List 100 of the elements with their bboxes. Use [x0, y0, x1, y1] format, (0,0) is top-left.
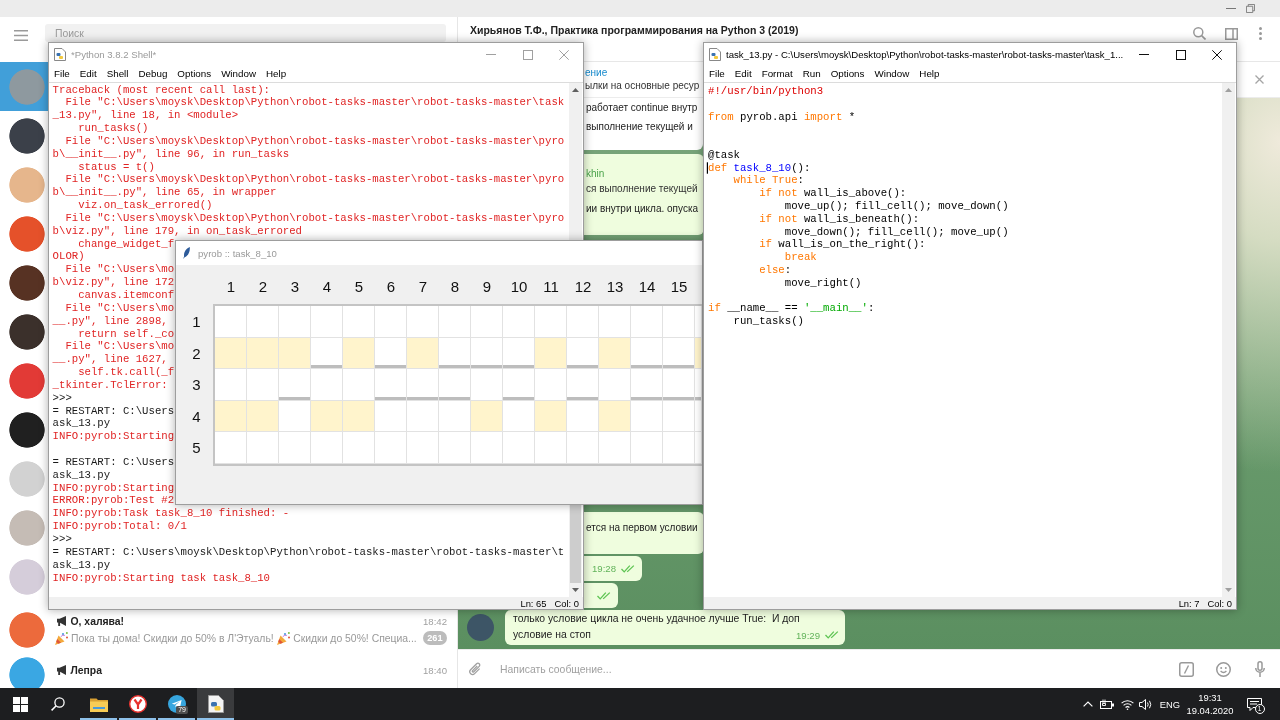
message-text: выполнение текущей и	[586, 120, 693, 134]
menu-item[interactable]: Shell	[101, 66, 134, 82]
menu-item[interactable]: Options	[825, 66, 870, 82]
pinned-text[interactable]: ылки на основные ресур	[585, 79, 700, 93]
message-text: условие на стоп	[513, 628, 591, 642]
python-file-icon	[207, 695, 224, 713]
column-label: 15	[669, 277, 689, 295]
code-line: break	[784, 251, 817, 264]
column-label: 13	[605, 277, 625, 295]
menu-item[interactable]: Window	[216, 66, 261, 82]
column-status: Col: 0	[1207, 597, 1232, 609]
caret-up-icon[interactable]	[1224, 88, 1232, 92]
start-menu-icon[interactable]	[12, 696, 28, 712]
folder-icon	[89, 696, 108, 712]
column-label: 14	[637, 277, 657, 295]
line-status: Ln: 65	[520, 597, 547, 609]
emoji-icon[interactable]	[1215, 661, 1231, 677]
message-text: только условие цикла не очень удачное лучше True: И доп	[513, 612, 801, 626]
taskbar-button[interactable]	[197, 688, 234, 720]
chevron-up-icon[interactable]	[1082, 701, 1093, 707]
code-line: def task_8_10():	[708, 161, 811, 175]
party-popper-icon	[276, 631, 290, 645]
microphone-icon[interactable]	[1254, 661, 1265, 677]
console-line: File "C:\Users\moysk\Desktop\Python\robot-tasks-master\robot-tasks-master\pyro	[64, 173, 565, 187]
scroll-thumb[interactable]	[569, 505, 581, 583]
menu-item[interactable]: Debug	[133, 66, 173, 82]
reply-author: khin	[586, 167, 605, 181]
line-status: Ln: 7	[1178, 597, 1200, 609]
scrollbar[interactable]	[568, 83, 582, 240]
chat-item[interactable]: Лепра 18:40	[0, 650, 457, 688]
window-title: *Python 3.8.2 Shell*	[71, 49, 157, 60]
menu-item[interactable]: Help	[914, 66, 945, 82]
menu-item[interactable]: Run	[797, 66, 826, 82]
console-line: return self._co	[77, 327, 175, 341]
chat-title: Хирьянов Т.Ф., Практика программирования на Python 3 (2019)	[470, 24, 799, 37]
console-line: __.py", line 2898,	[52, 314, 168, 328]
message-text: ии внутри цикла. опуска	[586, 202, 699, 216]
menu-icon[interactable]	[14, 30, 28, 41]
close-icon[interactable]	[1212, 49, 1222, 60]
console-line: INFO:pyrob:Starting task task_8_10	[52, 571, 271, 585]
y-logo-icon	[128, 695, 147, 713]
menu-item[interactable]: Edit	[74, 66, 102, 82]
console-line: status = t()	[77, 160, 155, 174]
scrollbar[interactable]	[1221, 83, 1235, 597]
caret-up-icon[interactable]	[571, 88, 579, 92]
column-label: 1	[225, 277, 237, 295]
code-line: move_down(); fill_cell(); move_up()	[783, 225, 1009, 239]
caret-down-icon[interactable]	[1224, 588, 1232, 592]
column-label: 7	[417, 277, 429, 295]
row-label: 5	[191, 438, 202, 459]
column-label: 5	[353, 277, 365, 295]
code-line: if not wall_is_beneath():	[758, 212, 920, 226]
column-label: 2	[257, 277, 269, 295]
sidebar-toggle-icon[interactable]	[1224, 27, 1238, 40]
menu-item[interactable]: Format	[756, 66, 798, 82]
menu-item[interactable]: File	[704, 66, 730, 82]
console-line: = RESTART: C:\Users\moysk\Desktop\Python\robot-tasks-master\robot-tasks-master\t	[52, 545, 565, 559]
console-line: change_widget_f	[77, 237, 175, 251]
message-input[interactable]: Написать сообщение...	[500, 659, 1169, 679]
column-label: 10	[509, 277, 529, 295]
feather-icon	[183, 247, 190, 259]
maximize-icon[interactable]	[1175, 49, 1186, 60]
speaker-icon[interactable]	[1139, 698, 1153, 710]
code-line: from pyrob.api import *	[708, 110, 856, 124]
clock-button[interactable]: 19:31 19.04.2020	[1186, 688, 1234, 720]
console-line: File "C:\Users\mo	[64, 340, 175, 354]
console-line: = RESTART: C:\Users	[52, 455, 175, 469]
more-icon[interactable]	[1258, 27, 1262, 40]
paperclip-icon[interactable]	[469, 662, 481, 676]
column-status: Col: 0	[554, 597, 579, 609]
chat-time: 18:42	[423, 615, 447, 627]
menu-item[interactable]: Options	[172, 66, 217, 82]
chat-item[interactable]: О, халява! 18:42 Пока ты дома! Скидки до 50% в Л'Этуаль! Скидки до 50%! Специа... 261	[0, 610, 457, 650]
console-line: ask_13.py	[52, 417, 111, 431]
code-line: move_right()	[783, 276, 862, 290]
restore-icon[interactable]	[1246, 4, 1255, 13]
caret-down-icon[interactable]	[571, 588, 579, 592]
console-line: b\viz.py", line 172	[52, 276, 175, 289]
search-field[interactable]: Поиск	[45, 24, 446, 42]
notification-icon[interactable]	[1246, 697, 1262, 711]
column-label: 8	[449, 277, 461, 295]
row-label: 2	[191, 343, 202, 364]
column-label: 9	[481, 277, 493, 295]
message-preview: Скидки до 50%! Специа...	[293, 632, 417, 644]
column-label: 6	[385, 277, 397, 295]
pinned-title[interactable]: ение	[585, 66, 608, 79]
search-icon[interactable]	[51, 697, 65, 711]
wifi-icon[interactable]	[1121, 698, 1135, 710]
python-file-icon	[54, 48, 66, 61]
code-line: if __name__ == '__main__':	[708, 302, 875, 315]
menu-item[interactable]: Window	[869, 66, 915, 82]
menu-item[interactable]: Help	[261, 66, 292, 82]
battery-icon[interactable]	[1099, 699, 1114, 709]
row-label: 3	[191, 375, 202, 396]
menu-item[interactable]: Edit	[729, 66, 757, 82]
message-text: ется на первом условии	[586, 521, 698, 535]
menu-item[interactable]: File	[49, 66, 75, 82]
slash-command-icon[interactable]	[1178, 661, 1194, 677]
language-indicator[interactable]: ENG	[1159, 698, 1180, 710]
console-line: b\viz.py", line 179, in on_task_errored	[52, 224, 302, 238]
